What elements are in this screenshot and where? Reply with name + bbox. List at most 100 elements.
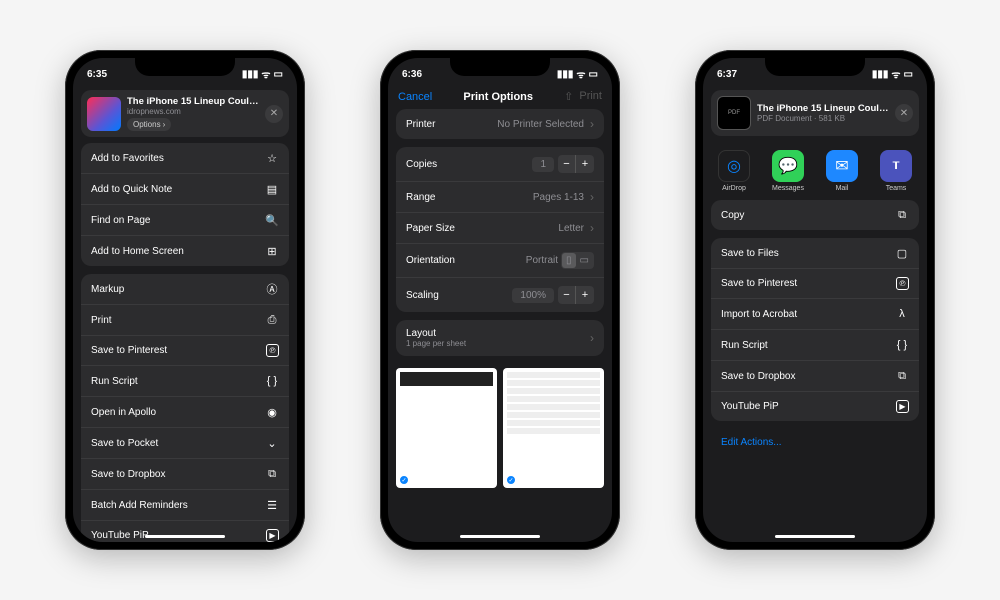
action-copy[interactable]: Copy ⧉ (711, 200, 919, 230)
list-icon: ☰ (265, 498, 279, 512)
action-markup[interactable]: Markup Ⓐ (81, 274, 289, 305)
nav-title: Print Options (463, 91, 533, 103)
page-thumbnail (87, 97, 121, 131)
action-dropbox[interactable]: Save to Dropbox ⧉ (711, 361, 919, 392)
action-note[interactable]: Add to Quick Note ▤ (81, 174, 289, 205)
decrement-button[interactable]: − (558, 286, 576, 304)
close-button[interactable]: ✕ (265, 105, 283, 123)
share-icon[interactable]: ⇧ (564, 90, 573, 103)
home-indicator[interactable] (460, 535, 540, 538)
dropbox-icon: ⧉ (895, 369, 909, 383)
decrement-button[interactable]: − (558, 155, 576, 173)
home-indicator[interactable] (145, 535, 225, 538)
increment-button[interactable]: + (576, 286, 594, 304)
action-label: Save to Dropbox (721, 371, 796, 382)
share-title: The iPhone 15 Lineup Could... (127, 96, 259, 107)
action-youtube[interactable]: YouTube PiP ▶ (711, 392, 919, 421)
action-pocket[interactable]: Save to Pocket ⌄ (81, 428, 289, 459)
action-list[interactable]: Batch Add Reminders ☰ (81, 490, 289, 521)
printer-icon: ⎙ (265, 313, 279, 327)
action-label: Open in Apollo (91, 407, 156, 418)
share-app-row[interactable]: ◎ AirDrop 💬 Messages ✉ Mail 𝗧 Teams (703, 142, 927, 200)
wifi-icon: ᯤ (261, 67, 270, 81)
action-label: Save to Pinterest (721, 278, 797, 289)
pdf-thumbnail: PDF (717, 96, 751, 130)
page-preview-1[interactable]: ✓Page 1 of 13 (396, 368, 497, 488)
phone-pdf-share-sheet: 6:37 ▮▮▮ ᯤ ▭ PDF The iPhone 15 Lineup Co… (695, 50, 935, 550)
edit-actions-button[interactable]: Edit Actions... (711, 429, 919, 456)
increment-button[interactable]: + (576, 155, 594, 173)
mail-icon: ✉ (826, 150, 858, 182)
close-icon: ✕ (900, 108, 908, 119)
action-label: Run Script (91, 376, 138, 387)
range-row[interactable]: Range Pages 1-13 (396, 182, 604, 213)
page-preview-2[interactable]: ✓Page 2 (503, 368, 604, 488)
share-header-card: The iPhone 15 Lineup Could... idropnews.… (81, 90, 289, 137)
action-group-2: Save to Files ▢ Save to Pinterest ℗ Impo… (711, 238, 919, 421)
portrait-icon[interactable]: ▯ (562, 253, 576, 268)
action-printer[interactable]: Print ⎙ (81, 305, 289, 336)
action-braces[interactable]: Run Script { } (81, 366, 289, 397)
share-app-airdrop[interactable]: ◎ AirDrop (714, 150, 754, 192)
page-preview-row[interactable]: ✓Page 1 of 13 ✓Page 2 (388, 364, 612, 488)
share-app-teams[interactable]: 𝗧 Teams (876, 150, 916, 192)
action-label: Save to Files (721, 248, 779, 259)
markup-icon: Ⓐ (265, 282, 279, 296)
note-icon: ▤ (265, 182, 279, 196)
close-button[interactable]: ✕ (895, 104, 913, 122)
action-acrobat[interactable]: Import to Acrobat λ (711, 299, 919, 330)
action-pinterest[interactable]: Save to Pinterest ℗ (711, 269, 919, 299)
orientation-toggle[interactable]: ▯ ▭ (561, 252, 594, 269)
action-group-1: Add to Favorites ☆ Add to Quick Note ▤ F… (81, 143, 289, 266)
teams-icon: 𝗧 (880, 150, 912, 182)
action-folder[interactable]: Save to Files ▢ (711, 238, 919, 269)
action-label: Save to Dropbox (91, 469, 166, 480)
plus-square-icon: ⊞ (265, 244, 279, 258)
page-check-icon[interactable]: ✓ (399, 475, 409, 485)
status-icons: ▮▮▮ ᯤ ▭ (557, 67, 598, 81)
action-youtube[interactable]: YouTube PiP ▶ (81, 521, 289, 542)
home-indicator[interactable] (775, 535, 855, 538)
action-label: Copy (721, 210, 744, 221)
layout-row[interactable]: Layout 1 page per sheet (396, 320, 604, 356)
pinterest-icon: ℗ (266, 344, 279, 357)
share-title: The iPhone 15 Lineup Could Open... (757, 103, 889, 114)
battery-icon: ▭ (904, 69, 913, 80)
action-dropbox[interactable]: Save to Dropbox ⧉ (81, 459, 289, 490)
copies-stepper[interactable]: 1 −+ (532, 155, 594, 173)
action-label: Add to Favorites (91, 153, 164, 164)
action-braces[interactable]: Run Script { } (711, 330, 919, 361)
search-doc-icon: 🔍 (265, 213, 279, 227)
scaling-stepper[interactable]: 100% −+ (512, 286, 594, 304)
wifi-icon: ᯤ (891, 67, 900, 81)
share-app-mail[interactable]: ✉ Mail (822, 150, 862, 192)
cancel-button[interactable]: Cancel (398, 91, 432, 103)
options-button[interactable]: Options› (127, 118, 171, 131)
action-label: Markup (91, 284, 124, 295)
action-label: YouTube PiP (721, 401, 779, 412)
battery-icon: ▭ (589, 69, 598, 80)
status-time: 6:37 (717, 69, 737, 80)
action-label: Print (91, 315, 112, 326)
print-button[interactable]: Print (579, 90, 602, 103)
pinterest-icon: ℗ (896, 277, 909, 290)
airdrop-icon: ◎ (718, 150, 750, 182)
braces-icon: { } (895, 338, 909, 352)
action-apollo[interactable]: Open in Apollo ◉ (81, 397, 289, 428)
action-plus-square[interactable]: Add to Home Screen ⊞ (81, 236, 289, 266)
landscape-icon[interactable]: ▭ (576, 253, 593, 268)
share-subtitle: idropnews.com (127, 107, 259, 116)
apollo-icon: ◉ (265, 405, 279, 419)
printer-row[interactable]: Printer No Printer Selected (396, 109, 604, 139)
share-app-messages[interactable]: 💬 Messages (768, 150, 808, 192)
scaling-row: Scaling 100% −+ (396, 278, 604, 312)
share-subtitle: PDF Document · 581 KB (757, 114, 889, 123)
action-star[interactable]: Add to Favorites ☆ (81, 143, 289, 174)
action-pinterest[interactable]: Save to Pinterest ℗ (81, 336, 289, 366)
action-label: YouTube PiP (91, 530, 149, 541)
action-search-doc[interactable]: Find on Page 🔍 (81, 205, 289, 236)
youtube-icon: ▶ (266, 529, 279, 542)
status-time: 6:35 (87, 69, 107, 80)
paper-size-row[interactable]: Paper Size Letter (396, 213, 604, 244)
page-check-icon[interactable]: ✓ (506, 475, 516, 485)
